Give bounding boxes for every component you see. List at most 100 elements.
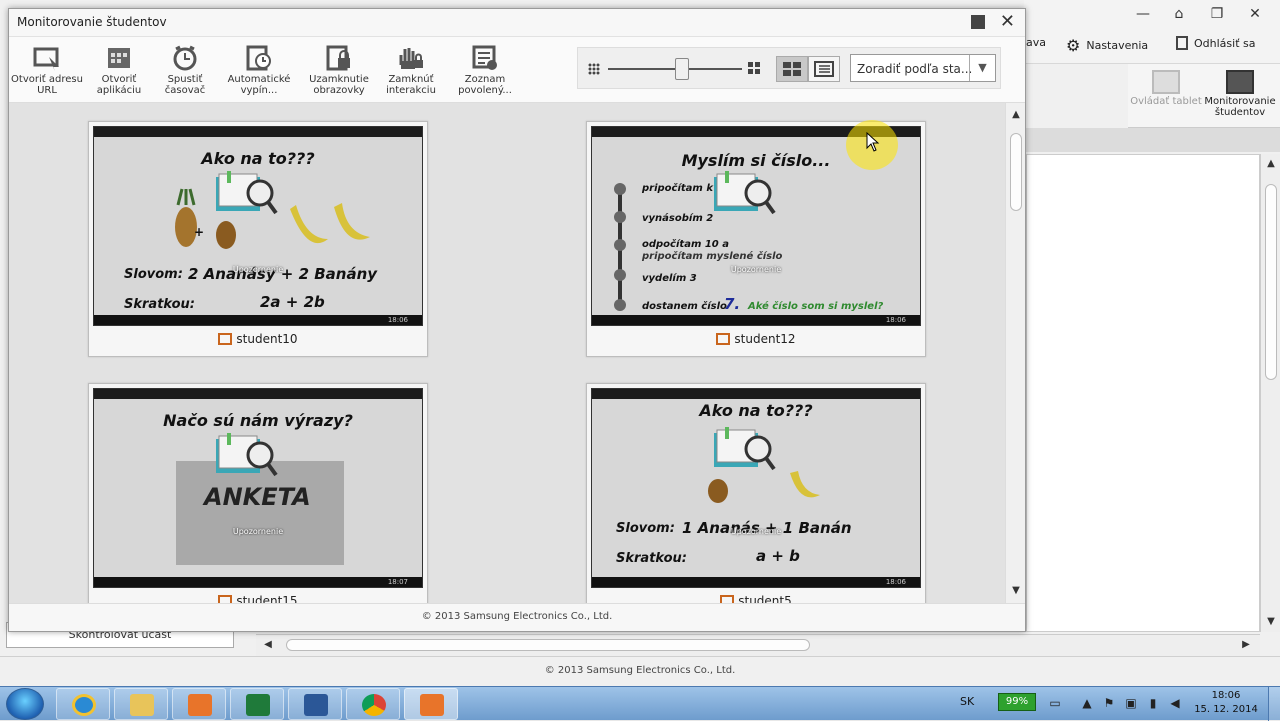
lock-screen-icon [326,45,350,71]
logout-icon [1176,36,1188,50]
student-screen-thumbnail[interactable]: Ako na to??? Slovom: 1 Ananás + 1 Banán … [591,388,921,588]
tablet-status-bar [94,127,422,137]
volume-muted-icon[interactable]: ◀ [1168,696,1182,710]
tablet-status-bar [592,389,920,399]
control-tablet-button[interactable]: Ovládať tablet [1130,70,1202,107]
student-card[interactable]: Ako na to??? Slovom: 1 Ananás + 1 Banán … [586,383,926,603]
slide-line: vydelím 3 [642,273,697,284]
slide-title: Ako na to??? [201,149,315,168]
dialog-toolbar: Otvoriť adresu URL Otvoriť aplikáciu Spu… [9,37,1025,103]
lock-status-icon [218,333,233,345]
allowed-list-icon [472,45,497,70]
warning-overlay: Upozornenie [232,265,284,274]
slider-thumb[interactable] [675,58,690,80]
show-desktop-button[interactable] [1268,687,1280,721]
action-center-flag-icon[interactable]: ⚑ [1102,696,1116,710]
warning-overlay: Upozornenie [730,527,782,536]
tablet-nav-bar: 18:06 [94,315,422,325]
chevron-down-icon[interactable]: ▼ [969,55,995,81]
maximize-icon[interactable]: ❐ [1206,4,1228,24]
logout-button[interactable]: Odhlásiť sa [1176,36,1255,50]
scroll-up-arrow-icon[interactable]: ▲ [1261,154,1280,174]
wifi-signal-icon[interactable]: ▮ [1146,696,1160,710]
plus-sign: + [194,225,205,239]
network-adapter-icon[interactable]: ▭ [1048,696,1062,710]
scroll-right-arrow-icon[interactable]: ▶ [1236,635,1256,655]
slide-title: Ako na to??? [699,401,813,420]
grid-view-button[interactable] [776,56,808,82]
tool-label: Zoznam povolený... [458,74,512,96]
gear-icon: ⚙ [1066,36,1081,55]
taskbar-word[interactable] [288,688,342,720]
taskbar-samsung-school[interactable] [404,688,458,720]
tablet-clock: 18:06 [885,316,906,324]
taskbar-chrome[interactable] [346,688,400,720]
student-name-text: student12 [734,332,796,346]
student-card[interactable]: Ako na to??? + Slovom: 2 Ananásy + 2 Ban… [88,121,428,357]
sort-dropdown-value: Zoradiť podľa sta... [857,62,973,76]
monitor-students-button[interactable]: Monitorovanie študentov [1204,70,1276,118]
slide-title: Načo sú nám výrazy? [163,411,353,430]
show-hidden-icons-icon[interactable]: ▲ [1080,696,1094,710]
bg-toolbar-label: ava [1026,36,1046,49]
scroll-down-arrow-icon[interactable]: ▼ [1261,612,1280,632]
start-timer-button[interactable]: Spustiť časovač [149,45,221,96]
school-app-icon [420,694,444,716]
lock-interaction-button[interactable]: Zamknúť interakciu [375,45,447,96]
taskbar-media-player[interactable] [172,688,226,720]
scroll-left-arrow-icon[interactable]: ◀ [258,635,278,655]
scroll-up-arrow-icon[interactable]: ▲ [1006,105,1026,125]
minimize-icon[interactable]: — [1132,4,1154,24]
taskbar-internet-explorer[interactable] [56,688,110,720]
view-controls: Zoradiť podľa sta... ▼ [577,47,1001,89]
home-icon[interactable]: ⌂ [1168,4,1190,24]
open-url-button[interactable]: Otvoriť adresu URL [11,45,83,96]
timer-icon [173,45,197,71]
allowed-list-button[interactable]: Zoznam povolený... [449,45,521,96]
battery-indicator[interactable]: 99% [998,693,1036,711]
settings-button[interactable]: ⚙ Nastavenia [1066,36,1148,55]
taskbar-file-explorer[interactable] [114,688,168,720]
thumbnail-size-slider[interactable] [608,58,742,80]
tool-label: Otvoriť aplikáciu [96,74,142,96]
device-icon[interactable]: ▣ [1124,696,1138,710]
tool-label: Zamknúť interakciu [386,74,436,96]
horizontal-scroll-thumb[interactable] [286,639,810,651]
book-magnifier-icon [714,427,776,471]
open-app-button[interactable]: Otvoriť aplikáciu [83,45,155,96]
language-indicator[interactable]: SK [960,695,974,708]
slide-line: Skratkou: [616,551,687,566]
system-clock[interactable]: 18:06 15. 12. 2014 [1190,689,1262,717]
scroll-down-arrow-icon[interactable]: ▼ [1006,581,1026,601]
sort-dropdown[interactable]: Zoradiť podľa sta... ▼ [850,54,996,82]
student-screen-thumbnail[interactable]: Načo sú nám výrazy? ANKETA Upozornenie 1… [93,388,423,588]
warning-overlay: Upozornenie [232,527,284,536]
mouse-pointer-icon [866,132,880,152]
lock-screen-button[interactable]: Uzamknutie obrazovky [303,45,375,96]
slide-line: pripočítam k [642,183,713,194]
slide-line: 7. [724,295,741,313]
open-app-icon [108,48,130,68]
taskbar-excel[interactable] [230,688,284,720]
list-view-button[interactable] [808,56,840,82]
maximize-icon[interactable] [971,15,985,29]
auto-off-button[interactable]: Automatické vypín... [223,45,295,96]
start-button[interactable] [6,688,44,720]
tool-label: Otvoriť adresu URL [11,74,83,96]
close-icon[interactable]: ✕ [1000,11,1015,33]
warning-overlay: Upozornenie [730,265,782,274]
tablet-nav-bar: 18:06 [592,577,920,587]
open-url-icon [33,47,59,71]
scroll-thumb[interactable] [1010,133,1022,211]
student-screen-thumbnail[interactable]: Ako na to??? + Slovom: 2 Ananásy + 2 Ban… [93,126,423,326]
slide-line: pripočítam myslené číslo [642,251,783,262]
bg-toolbar-item-partial[interactable]: ava [1026,36,1046,49]
student-name: student10 [89,332,427,346]
background-vertical-scrollbar[interactable]: ▲ ▼ [1260,154,1280,632]
background-horizontal-scrollbar[interactable]: ◀ ▶ [256,634,1260,656]
thumbnails-vertical-scrollbar[interactable]: ▲ ▼ [1005,103,1025,603]
close-icon[interactable]: ✕ [1244,4,1266,24]
control-tablet-label: Ovládať tablet [1130,96,1202,107]
scroll-thumb[interactable] [1265,184,1277,380]
student-card[interactable]: Načo sú nám výrazy? ANKETA Upozornenie 1… [88,383,428,603]
